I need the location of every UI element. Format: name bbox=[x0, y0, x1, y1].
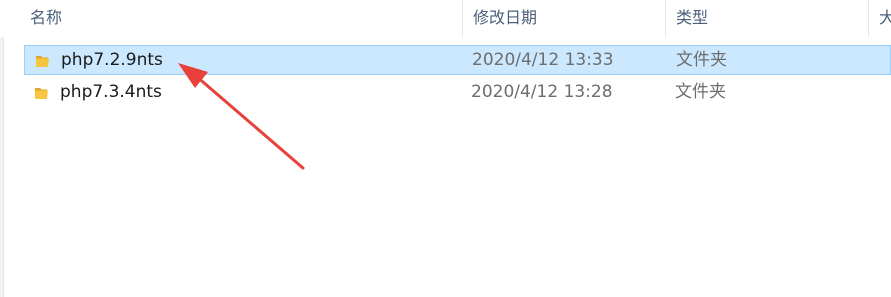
file-modified-date: 2020/4/12 13:33 bbox=[472, 50, 614, 70]
file-row-selected[interactable]: php7.2.9nts 2020/4/12 13:33 文件夹 bbox=[24, 45, 891, 75]
file-type: 文件夹 bbox=[675, 82, 726, 102]
column-header-modified[interactable]: 修改日期 bbox=[463, 0, 663, 37]
column-header-type[interactable]: 类型 bbox=[666, 0, 866, 37]
sort-ascending-icon: ^ bbox=[232, 0, 243, 7]
column-header-bar: 名称 ^ 修改日期 类型 大 bbox=[0, 0, 891, 37]
file-name: php7.2.9nts bbox=[61, 50, 163, 70]
column-header-size[interactable]: 大 bbox=[869, 0, 891, 37]
file-modified-date: 2020/4/12 13:28 bbox=[471, 82, 613, 102]
folder-icon bbox=[35, 88, 48, 99]
file-row[interactable]: php7.3.4nts 2020/4/12 13:28 文件夹 bbox=[24, 78, 891, 108]
folder-icon bbox=[36, 56, 49, 67]
file-explorer-list: 名称 ^ 修改日期 类型 大 php7.2.9nts 2020/4/12 13:… bbox=[0, 0, 891, 297]
file-type: 文件夹 bbox=[676, 50, 727, 70]
left-panel-edge bbox=[0, 0, 4, 297]
file-name: php7.3.4nts bbox=[60, 82, 162, 102]
